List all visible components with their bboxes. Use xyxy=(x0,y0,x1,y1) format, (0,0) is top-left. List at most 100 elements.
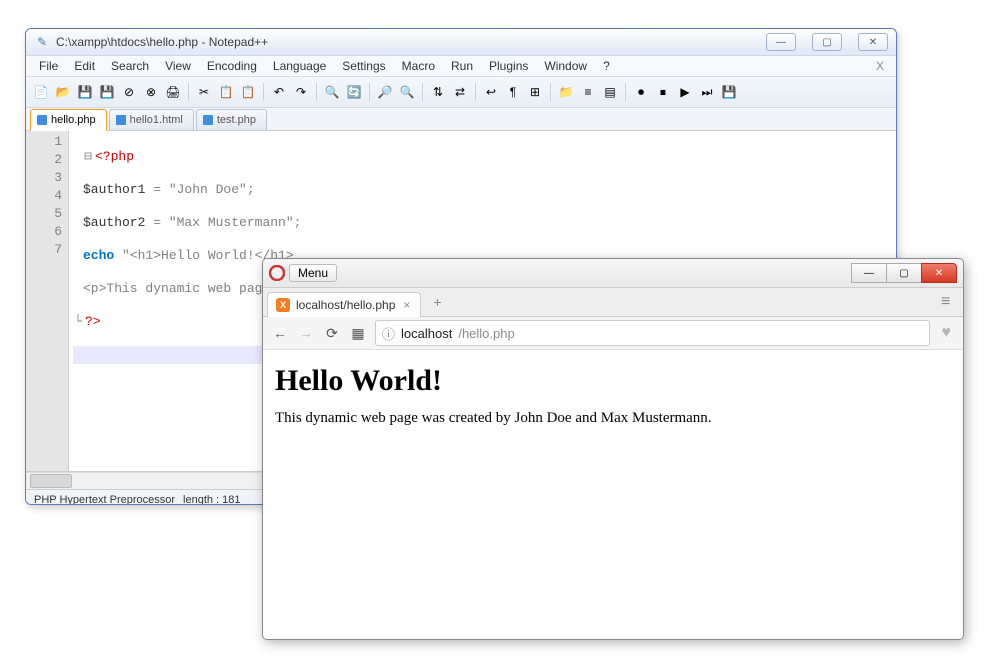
menu-window[interactable]: Window xyxy=(537,57,594,75)
show-all-icon[interactable]: ¶ xyxy=(504,83,522,101)
indent-guide-icon[interactable]: ⊞ xyxy=(526,83,544,101)
code-keyword: echo xyxy=(83,248,114,263)
zoom-out-icon[interactable]: 🔍 xyxy=(398,83,416,101)
back-button[interactable]: ← xyxy=(271,324,289,342)
save-macro-icon[interactable]: 💾 xyxy=(720,83,738,101)
redo-icon[interactable]: ↷ xyxy=(292,83,310,101)
menu-file[interactable]: File xyxy=(32,57,65,75)
function-list-icon[interactable]: ≡ xyxy=(579,83,597,101)
toolbar-separator xyxy=(369,83,370,101)
toolbar-separator xyxy=(263,83,264,101)
file-saved-icon xyxy=(37,115,47,125)
url-host: localhost xyxy=(401,326,452,341)
opera-logo-icon xyxy=(269,265,285,281)
menu-edit[interactable]: Edit xyxy=(67,57,102,75)
record-macro-icon[interactable]: ⏺ xyxy=(632,83,650,101)
toolbar-separator xyxy=(550,83,551,101)
line-number: 5 xyxy=(26,205,62,223)
menu-encoding[interactable]: Encoding xyxy=(200,57,264,75)
site-info-icon[interactable]: ⓘ xyxy=(382,324,395,343)
paste-icon[interactable]: 📋 xyxy=(239,83,257,101)
replace-icon[interactable]: 🔄 xyxy=(345,83,363,101)
close-all-icon[interactable]: ⊗ xyxy=(142,83,160,101)
reload-button[interactable]: ⟳ xyxy=(323,324,341,342)
tab-label: hello.php xyxy=(51,114,96,126)
menu-search[interactable]: Search xyxy=(104,57,156,75)
browser-menu-button[interactable]: Menu xyxy=(289,264,337,282)
maximize-button[interactable]: ▢ xyxy=(812,33,842,51)
code-end: ; xyxy=(294,215,302,230)
undo-icon[interactable]: ↶ xyxy=(270,83,288,101)
page-heading: Hello World! xyxy=(275,364,951,398)
npp-titlebar[interactable]: ✎ C:\xampp\htdocs\hello.php - Notepad++ … xyxy=(26,29,896,56)
address-bar[interactable]: ⓘ localhost/hello.php xyxy=(375,320,930,346)
status-length-value: 181 xyxy=(222,494,240,505)
code-op: = xyxy=(145,215,168,230)
speed-dial-icon[interactable]: ▦ xyxy=(349,324,367,342)
browser-close-button[interactable]: ✕ xyxy=(921,263,957,283)
menu-language[interactable]: Language xyxy=(266,57,333,75)
doc-map-icon[interactable]: ▤ xyxy=(601,83,619,101)
browser-tab-title: localhost/hello.php xyxy=(296,298,395,312)
browser-maximize-button[interactable]: ▢ xyxy=(886,263,922,283)
folder-icon[interactable]: 📁 xyxy=(557,83,575,101)
print-icon[interactable]: 🖨 xyxy=(164,83,182,101)
wrap-icon[interactable]: ↩ xyxy=(482,83,500,101)
sync-h-icon[interactable]: ⇄ xyxy=(451,83,469,101)
forward-button[interactable]: → xyxy=(297,324,315,342)
code-var: $author1 xyxy=(83,182,145,197)
tab-hello1-html[interactable]: hello1.html xyxy=(109,109,194,130)
fold-icon[interactable]: ⊟ xyxy=(83,148,93,166)
browser-titlebar[interactable]: Menu — ▢ ✕ xyxy=(263,259,963,288)
menu-plugins[interactable]: Plugins xyxy=(482,57,535,75)
menu-macro[interactable]: Macro xyxy=(395,57,442,75)
minimize-button[interactable]: — xyxy=(766,33,796,51)
npp-document-tabs: hello.php hello1.html test.php xyxy=(26,108,896,131)
line-number: 1 xyxy=(26,133,62,151)
close-file-icon[interactable]: ⊘ xyxy=(120,83,138,101)
play-macro-icon[interactable]: ▶ xyxy=(676,83,694,101)
tab-hello-php[interactable]: hello.php xyxy=(30,109,107,131)
tab-overflow-icon[interactable]: ≡ xyxy=(941,293,959,311)
open-file-icon[interactable]: 📂 xyxy=(54,83,72,101)
copy-icon[interactable]: 📋 xyxy=(217,83,235,101)
cut-icon[interactable]: ✂ xyxy=(195,83,213,101)
save-all-icon[interactable]: 💾 xyxy=(98,83,116,101)
line-number: 4 xyxy=(26,187,62,205)
browser-window-controls: — ▢ ✕ xyxy=(852,263,957,283)
line-number: 6 xyxy=(26,223,62,241)
scrollbar-thumb[interactable] xyxy=(30,474,72,488)
line-number: 2 xyxy=(26,151,62,169)
code-end: ; xyxy=(247,182,255,197)
browser-tab[interactable]: X localhost/hello.php × xyxy=(267,292,421,317)
sync-v-icon[interactable]: ⇅ xyxy=(429,83,447,101)
play-multi-icon[interactable]: ⏭ xyxy=(698,83,716,101)
line-number-gutter: 1 2 3 4 5 6 7 xyxy=(26,131,69,471)
find-icon[interactable]: 🔍 xyxy=(323,83,341,101)
stop-macro-icon[interactable]: ⏹ xyxy=(654,83,672,101)
new-tab-button[interactable]: + xyxy=(427,293,447,311)
save-icon[interactable]: 💾 xyxy=(76,83,94,101)
browser-window: Menu — ▢ ✕ X localhost/hello.php × + ≡ ←… xyxy=(262,258,964,640)
browser-tab-bar: X localhost/hello.php × + ≡ xyxy=(263,288,963,317)
line-number: 3 xyxy=(26,169,62,187)
close-button[interactable]: ✕ xyxy=(858,33,888,51)
menu-close-x[interactable]: X xyxy=(870,59,890,73)
code-str: "Max Mustermann" xyxy=(169,215,294,230)
browser-minimize-button[interactable]: — xyxy=(851,263,887,283)
menu-run[interactable]: Run xyxy=(444,57,480,75)
npp-toolbar: 📄 📂 💾 💾 ⊘ ⊗ 🖨 ✂ 📋 📋 ↶ ↷ 🔍 🔄 🔎 🔍 ⇅ ⇄ ↩ ¶ … xyxy=(26,77,896,108)
php-open-tag: <?php xyxy=(95,149,134,164)
tab-test-php[interactable]: test.php xyxy=(196,109,267,130)
zoom-in-icon[interactable]: 🔎 xyxy=(376,83,394,101)
url-path: /hello.php xyxy=(458,326,514,341)
menu-settings[interactable]: Settings xyxy=(335,57,392,75)
toolbar-separator xyxy=(316,83,317,101)
xampp-favicon-icon: X xyxy=(276,298,290,312)
browser-tab-close-icon[interactable]: × xyxy=(401,298,412,312)
menu-view[interactable]: View xyxy=(158,57,198,75)
menu-help[interactable]: ? xyxy=(596,57,617,75)
new-file-icon[interactable]: 📄 xyxy=(32,83,50,101)
npp-window-title: C:\xampp\htdocs\hello.php - Notepad++ xyxy=(56,35,766,49)
bookmark-heart-icon[interactable]: ♥ xyxy=(938,324,956,342)
